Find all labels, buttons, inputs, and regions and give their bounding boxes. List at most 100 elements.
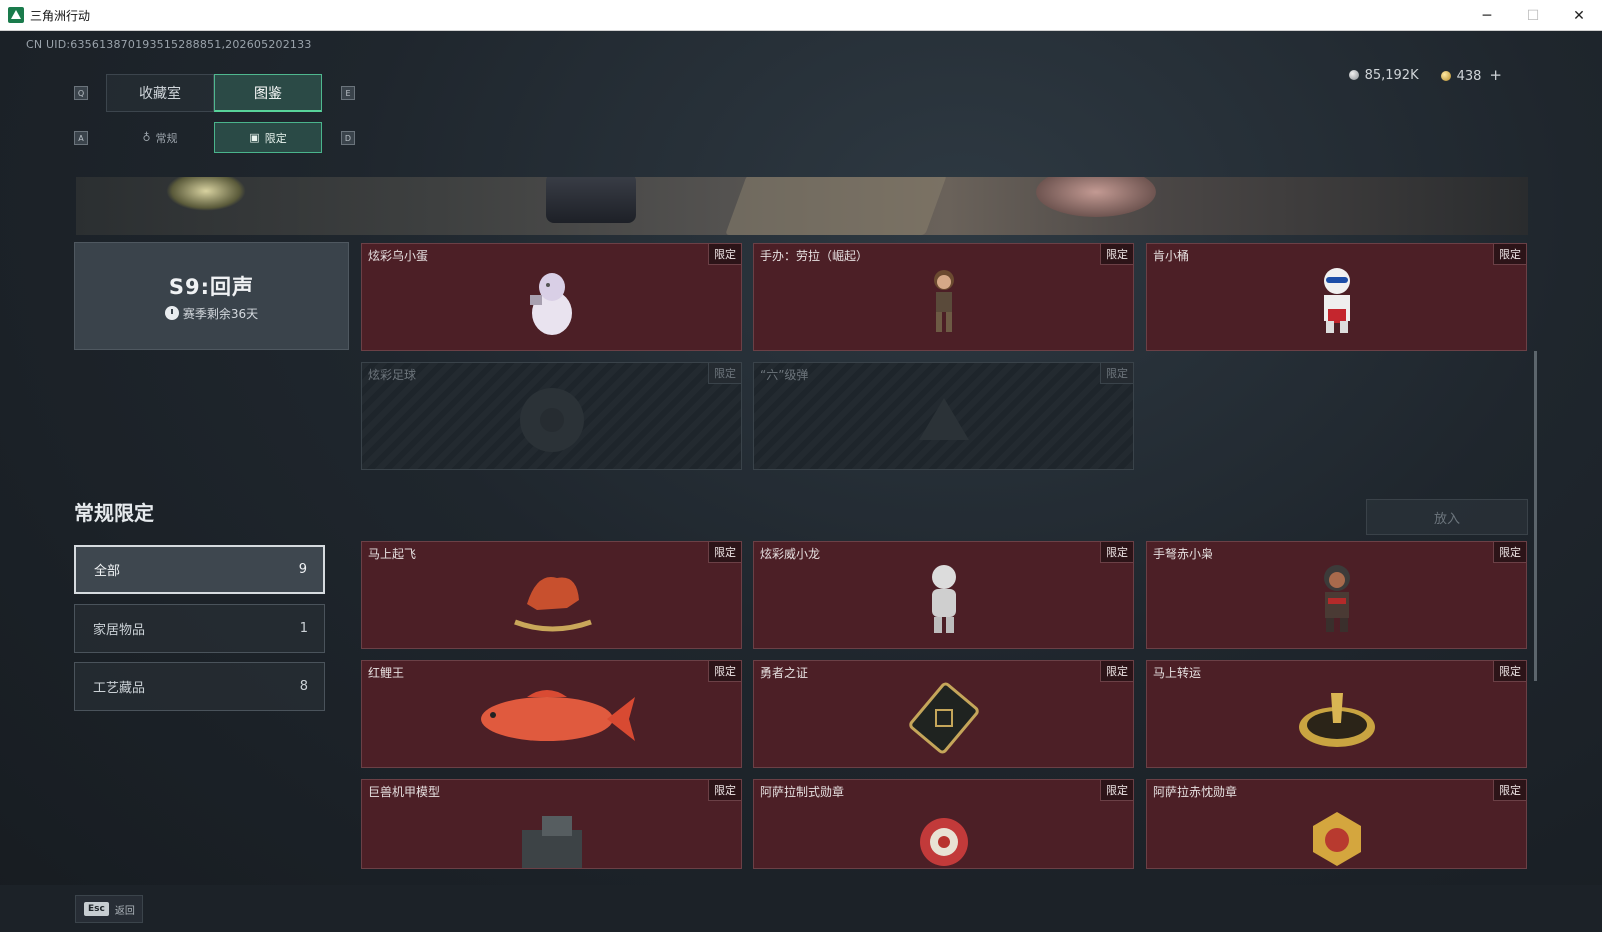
flame-icon: ♁ bbox=[142, 131, 151, 144]
bullet-icon bbox=[918, 398, 969, 441]
limited-badge: 限定 bbox=[1100, 542, 1133, 563]
item-name: 阿萨拉制式勋章 bbox=[760, 785, 845, 799]
item-card[interactable]: 阿萨拉赤忱勋章 限定 bbox=[1146, 779, 1527, 869]
silver-coin-icon bbox=[1348, 69, 1359, 80]
season-remaining: 赛季剩余36天 bbox=[164, 305, 258, 322]
item-name: 手办：劳拉（崛起） bbox=[760, 249, 869, 263]
item-name: 红鲤王 bbox=[368, 666, 405, 680]
banner-ornament bbox=[166, 177, 246, 211]
key-hint-d: D bbox=[341, 131, 355, 145]
add-currency-button[interactable]: + bbox=[1489, 66, 1502, 84]
item-card[interactable]: 手弩赤小枭 限定 bbox=[1146, 541, 1527, 649]
clock-icon bbox=[164, 306, 179, 320]
item-card[interactable]: 勇者之证 限定 bbox=[753, 660, 1134, 768]
limited-badge: 限定 bbox=[1493, 661, 1526, 682]
window-titlebar: 三角洲行动 ─ ☐ ✕ bbox=[0, 0, 1602, 31]
back-button[interactable]: Esc 返回 bbox=[75, 895, 143, 923]
limited-badge: 限定 bbox=[1493, 244, 1526, 265]
item-card-locked[interactable]: 炫彩足球 限定 bbox=[361, 362, 742, 470]
key-hint-a: A bbox=[74, 131, 88, 145]
close-button[interactable]: ✕ bbox=[1556, 0, 1602, 31]
item-card[interactable]: 红鲤王 限定 bbox=[361, 660, 742, 768]
item-card[interactable]: 马上起飞 限定 bbox=[361, 541, 742, 649]
item-card[interactable]: 巨兽机甲模型 限定 bbox=[361, 779, 742, 869]
tab-limited[interactable]: ▣ 限定 bbox=[214, 122, 322, 153]
tab-limited-label: 限定 bbox=[264, 131, 287, 145]
rocking-horse-icon bbox=[513, 577, 592, 632]
tab-regular[interactable]: ♁ 常规 bbox=[106, 122, 214, 153]
limited-badge: 限定 bbox=[708, 244, 741, 265]
card-badge-icon bbox=[908, 682, 979, 754]
item-card[interactable]: 阿萨拉制式勋章 限定 bbox=[753, 779, 1134, 869]
item-name: 炫彩乌小蛋 bbox=[368, 249, 429, 263]
filter-craft-collectibles[interactable]: 工艺藏品 8 bbox=[74, 662, 325, 711]
limited-badge: 限定 bbox=[1493, 780, 1526, 801]
limited-badge: 限定 bbox=[708, 661, 741, 682]
item-name: 勇者之证 bbox=[760, 666, 809, 680]
back-label: 返回 bbox=[114, 905, 135, 917]
main-tabs: 收藏室 图鉴 bbox=[106, 74, 322, 112]
egg-figure-icon bbox=[529, 273, 572, 336]
season-info-panel: S9:回声 赛季剩余36天 bbox=[74, 242, 349, 350]
gold-medal-icon bbox=[1313, 812, 1361, 866]
limited-badge: 限定 bbox=[1100, 363, 1133, 384]
item-card[interactable]: 炫彩威小龙 限定 bbox=[753, 541, 1134, 649]
season-banner-image bbox=[76, 177, 1528, 235]
filter-label: 工艺藏品 bbox=[93, 681, 146, 696]
limited-badge: 限定 bbox=[1100, 661, 1133, 682]
item-card-locked[interactable]: “六”级弹 限定 bbox=[753, 362, 1134, 470]
item-card[interactable]: 肯小桶 限定 bbox=[1146, 243, 1527, 351]
filter-all[interactable]: 全部 9 bbox=[74, 545, 325, 594]
section-title: 常规限定 bbox=[74, 501, 154, 525]
banner-boots bbox=[546, 177, 636, 223]
esc-key-hint: Esc bbox=[84, 902, 109, 916]
limited-badge: 限定 bbox=[708, 542, 741, 563]
filter-label: 家居物品 bbox=[93, 623, 146, 638]
banner-object bbox=[1036, 177, 1156, 217]
item-card[interactable]: 马上转运 限定 bbox=[1146, 660, 1527, 768]
scrollbar[interactable] bbox=[1534, 351, 1537, 681]
filter-count: 1 bbox=[299, 621, 308, 636]
item-name: 肯小桶 bbox=[1153, 249, 1190, 263]
hooded-figure-icon bbox=[1323, 565, 1350, 633]
dragon-figure-icon bbox=[931, 565, 956, 634]
limited-badge: 限定 bbox=[1100, 244, 1133, 265]
sub-tabs: ♁ 常规 ▣ 限定 bbox=[106, 122, 322, 153]
lara-figure-icon bbox=[933, 270, 954, 333]
minimize-button[interactable]: ─ bbox=[1464, 0, 1510, 31]
filter-home-items[interactable]: 家居物品 1 bbox=[74, 604, 325, 653]
item-card[interactable]: 手办：劳拉（崛起） 限定 bbox=[753, 243, 1134, 351]
gold-currency: 438 + bbox=[1440, 66, 1502, 84]
tab-collection-room[interactable]: 收藏室 bbox=[106, 74, 214, 112]
item-card[interactable]: 炫彩乌小蛋 限定 bbox=[361, 243, 742, 351]
key-hint-q: Q bbox=[74, 86, 88, 100]
limited-badge: 限定 bbox=[1100, 780, 1133, 801]
tab-regular-label: 常规 bbox=[155, 131, 178, 145]
season-title: S9:回声 bbox=[168, 274, 255, 299]
item-name: 手弩赤小枭 bbox=[1153, 547, 1214, 561]
currency-bar: 85,192K 438 + bbox=[1348, 66, 1502, 84]
limited-badge: 限定 bbox=[708, 780, 741, 801]
item-name: 马上转运 bbox=[1153, 666, 1202, 680]
limited-badge: 限定 bbox=[1493, 542, 1526, 563]
item-name: 炫彩威小龙 bbox=[760, 547, 821, 561]
gold-coin-icon bbox=[1440, 71, 1451, 81]
filter-count: 9 bbox=[298, 562, 307, 577]
gold-amount: 438 bbox=[1456, 69, 1482, 84]
football-icon bbox=[519, 388, 584, 453]
place-button[interactable]: 放入 bbox=[1366, 499, 1528, 535]
maximize-button[interactable]: ☐ bbox=[1510, 0, 1556, 31]
silver-currency: 85,192K bbox=[1348, 68, 1419, 83]
item-name: 阿萨拉赤忱勋章 bbox=[1153, 785, 1238, 799]
carp-icon bbox=[480, 690, 635, 742]
banner-map bbox=[725, 177, 947, 235]
item-name: 马上起飞 bbox=[368, 547, 417, 561]
tab-catalog[interactable]: 图鉴 bbox=[214, 74, 322, 112]
filter-count: 8 bbox=[299, 679, 308, 694]
item-name: 巨兽机甲模型 bbox=[368, 785, 441, 799]
app-logo-icon bbox=[8, 7, 24, 23]
bottom-bar bbox=[0, 885, 1602, 932]
medal-icon bbox=[920, 818, 968, 866]
key-hint-e: E bbox=[341, 86, 355, 100]
filter-label: 全部 bbox=[94, 564, 121, 579]
